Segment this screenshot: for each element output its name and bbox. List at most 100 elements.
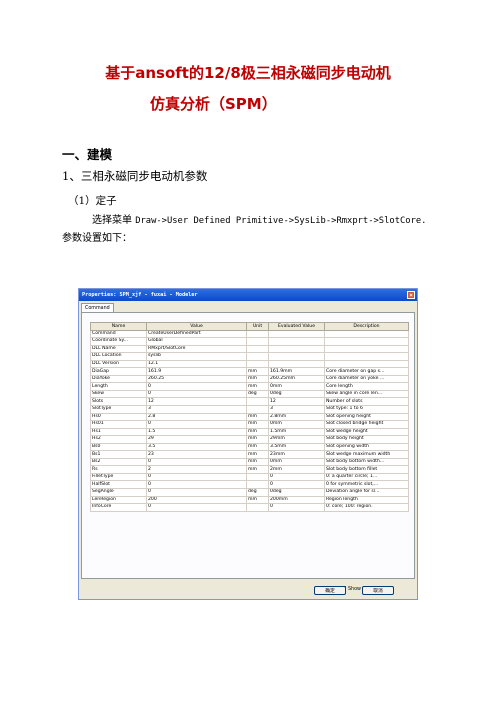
table-cell[interactable]: 0 [146,503,247,512]
table-cell[interactable]: 0 [146,457,247,467]
table-cell [246,503,269,512]
table-cell: 0mm [268,420,325,429]
table-cell [324,329,409,339]
table-cell: Hs1 [90,427,147,437]
table-cell [246,337,269,346]
table-row[interactable]: DLL Location syslib [90,352,409,361]
table-cell: Slot wedge height [324,427,409,437]
section-heading: 一、建模 [62,147,113,162]
table-row[interactable]: DiaGap 161.9 mm 161.9mm Core diameter on gap… [90,367,409,376]
table-cell: InfoCore [90,503,147,512]
table-cell: 0 [268,472,325,482]
table-cell[interactable]: 12 [146,397,247,406]
subsection-heading: 1、三相永磁同步电动机参数 [62,169,208,183]
table-cell[interactable]: CreateUserDefinedPart [146,329,247,339]
table-row[interactable]: Bs0 3.5 mm 3.5mm Slot opening width [90,442,409,452]
table-cell: SlotType [90,404,147,414]
table-cell: 260.25mm [268,374,325,384]
table-cell: mm [246,450,269,459]
table-cell[interactable]: Global [146,337,247,346]
table-cell [268,329,325,339]
column-header[interactable]: Evaluated Value [268,322,325,331]
column-header[interactable]: Value [146,322,247,331]
table-cell: deg [246,389,269,399]
table-cell[interactable]: syslib [146,352,247,361]
table-cell [246,404,269,414]
table-cell: DLL Version [90,359,147,369]
table-cell: mm [246,435,269,444]
table-cell [324,344,409,354]
table-row[interactable]: SlotType 3 3 Slot type: 1 to 6 [90,404,409,414]
table-cell[interactable]: 0 [146,382,247,391]
table-cell [268,359,325,369]
table-row[interactable]: InfoCore 0 0 0: core; 100: region. [90,503,409,512]
table-cell[interactable]: 23 [146,450,247,459]
table-cell[interactable]: 0 [146,389,247,399]
table-row[interactable]: HalfSlot 0 0 0 for symmetric slot,... [90,480,409,489]
doc-title-line1: 基于ansoft的12/8极三相永磁同步电动机 [105,64,391,82]
table-cell [268,337,325,346]
table-cell: 3.5mm [268,442,325,452]
table-cell[interactable]: 260.25 [146,374,247,384]
table-cell: Slot body bottom fillet [324,465,409,474]
table-row[interactable]: Bs2 0 mm 0mm Slot body bottom width... [90,457,409,467]
table-row[interactable]: Length 0 mm 0mm Core length [90,382,409,391]
table-cell: Hs0 [90,412,147,422]
table-cell: Slot closed bridge height [324,420,409,429]
table-row[interactable]: Coordinate Sy... Global [90,337,409,346]
table-cell[interactable]: 200 [146,495,247,505]
table-cell: Command [90,329,147,339]
table-cell[interactable]: 2.8 [146,412,247,422]
table-cell: 0 [268,503,325,512]
column-header[interactable]: Description [324,322,409,331]
table-row[interactable]: LenRegion 200 mm 200mm Region length [90,495,409,505]
table-row[interactable]: Slots 12 12 Number of slots [90,397,409,406]
table-cell: Hs01 [90,420,147,429]
table-cell: Slot body bottom width... [324,457,409,467]
cancel-button[interactable]: 取消 [362,586,394,595]
properties-dialog: Properties: SPM_xjf - fuxai - Modeler × … [78,288,418,600]
table-cell[interactable]: 0 [146,472,247,482]
table-row[interactable]: Skew 0 deg 0deg Skew angle in core len... [90,389,409,399]
table-cell[interactable]: 3.5 [146,442,247,452]
table-cell: DLL Name [90,344,147,354]
table-row[interactable]: DiaYoke 260.25 mm 260.25mm Core diameter on … [90,374,409,384]
table-row[interactable]: Command CreateUserDefinedPart [90,329,409,339]
table-cell[interactable]: RMxprt/SlotCore [146,344,247,354]
table-row[interactable]: DLL Version 12.1 [90,359,409,369]
table-row[interactable]: Hs2 29 mm 29mm Slot body height [90,435,409,444]
table-row[interactable]: Rs 2 mm 2mm Slot body bottom fillet [90,465,409,474]
table-row[interactable]: Bs1 23 mm 23mm Slot wedge maximum width [90,450,409,459]
table-cell[interactable]: 29 [146,435,247,444]
table-cell[interactable]: 3 [146,404,247,414]
table-cell: Core length [324,382,409,391]
table-row[interactable]: Hs1 1.5 mm 1.5mm Slot wedge height [90,427,409,437]
table-cell: 0: core; 100: region. [324,503,409,512]
table-cell: 0deg [268,488,325,497]
para-line2: 参数设置如下： [62,233,132,244]
table-cell[interactable]: 0 [146,420,247,429]
table-row[interactable]: DLL Name RMxprt/SlotCore [90,344,409,354]
table-cell: 23mm [268,450,325,459]
table-row[interactable]: Hs0 2.8 mm 2.8mm Slot opening height [90,412,409,422]
table-row[interactable]: SegAngle 0 deg 0deg Deviation angle for sl..… [90,488,409,497]
table-cell: Bs1 [90,450,147,459]
table-cell[interactable]: 12.1 [146,359,247,369]
table-row[interactable]: FilletType 0 0 0: a quarter circle; 1... [90,472,409,482]
table-cell[interactable]: 2 [146,465,247,474]
ok-button[interactable]: 确定 [314,586,346,595]
close-icon[interactable]: × [407,291,415,299]
table-cell: mm [246,374,269,384]
table-cell[interactable]: 0 [146,488,247,497]
table-cell[interactable]: 0 [146,480,247,489]
table-cell [268,352,325,361]
column-header[interactable]: Unit [246,322,269,331]
table-row[interactable]: Hs01 0 mm 0mm Slot closed bridge height [90,420,409,429]
table-cell[interactable]: 1.5 [146,427,247,437]
table-cell: 0deg [268,389,325,399]
table-cell: 0mm [268,382,325,391]
table-cell: 200mm [268,495,325,505]
table-cell[interactable]: 161.9 [146,367,247,376]
table-cell: DiaGap [90,367,147,376]
column-header[interactable]: Name [90,322,147,331]
